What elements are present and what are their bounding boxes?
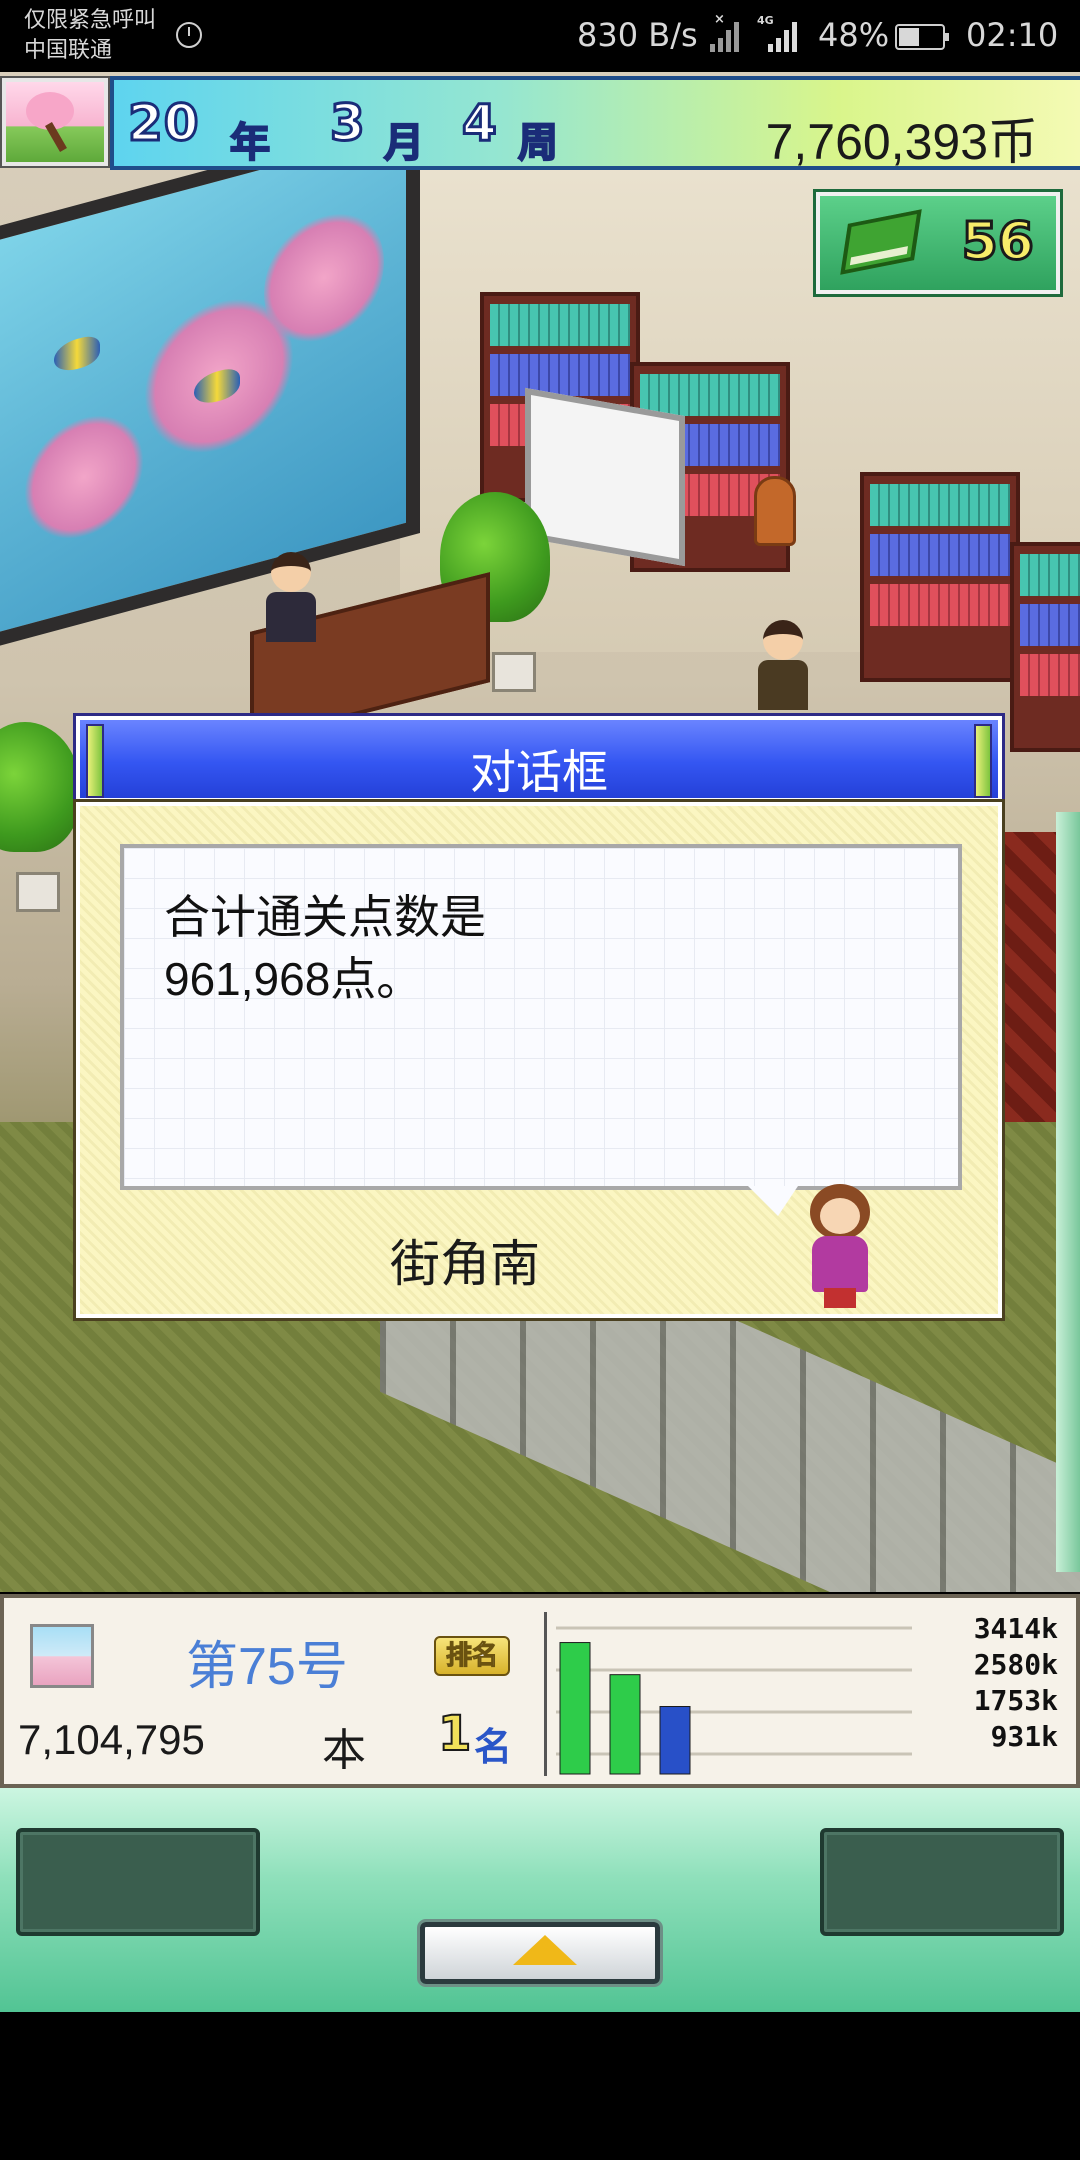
battery-icon	[895, 24, 949, 50]
top-hud: 20 年 3 月 4 周 7,760,393币	[0, 74, 1080, 174]
bottom-letterbox	[0, 2012, 1080, 2160]
dialog-title-bar: 对话框	[73, 713, 1005, 805]
year-value: 20	[127, 93, 201, 154]
season-sakura-icon[interactable]	[0, 76, 110, 168]
panel-divider	[544, 1612, 547, 1776]
carrier-line2: 中国联通	[24, 38, 113, 63]
dialog-title: 对话框	[470, 745, 608, 799]
magazine-cover-icon	[30, 1624, 94, 1688]
clock-time: 02:10	[966, 16, 1059, 54]
chart-tick-label: 2580k	[974, 1648, 1058, 1681]
sales-value: 7,104,795	[18, 1716, 205, 1763]
magazine-info-panel[interactable]: 第75号 排名 7,104,795 本 1 名 3414k 2580k 1753k 9…	[0, 1594, 1080, 1788]
month-value: 3	[329, 93, 367, 154]
chart-bar	[559, 1642, 591, 1775]
date-money-bar: 20 年 3 月 4 周 7,760,393币	[110, 76, 1080, 170]
month-unit: 月	[383, 119, 425, 167]
plant-pot	[16, 872, 60, 912]
up-arrow-icon	[513, 1935, 577, 1965]
timer-icon	[176, 22, 202, 48]
chart-bar	[609, 1674, 641, 1775]
carrier-text: 仅限紧急呼叫 中国联通	[24, 6, 156, 66]
chart-tick-label: 3414k	[974, 1612, 1058, 1645]
fish-icon	[54, 332, 100, 376]
speaker-name: 街角南	[390, 1235, 540, 1293]
week-unit: 周	[517, 119, 559, 167]
network-speed: 830 B/s	[577, 16, 698, 54]
staff-character[interactable]	[266, 552, 316, 642]
battery-percent: 48%	[818, 16, 890, 54]
plant-pot	[492, 652, 536, 692]
year-unit: 年	[229, 119, 271, 167]
left-menu-button[interactable]	[16, 1828, 260, 1936]
side-panel-edge	[1056, 812, 1080, 1572]
bottom-nav-area	[0, 1788, 1080, 2012]
bookshelf	[1010, 542, 1080, 752]
aquarium	[0, 113, 420, 651]
chart-bar	[659, 1706, 691, 1775]
chart-tick-label: 931k	[991, 1720, 1059, 1753]
coral-decoration	[264, 196, 384, 359]
sales-unit: 本	[322, 1725, 366, 1776]
speech-tail	[748, 1186, 798, 1216]
money-amount: 7,760,393币	[765, 114, 1038, 170]
sales-mini-chart: 3414k2580k1753k931k	[556, 1612, 1059, 1775]
coral-decoration	[24, 401, 144, 554]
carrier-line1: 仅限紧急呼叫	[24, 8, 157, 33]
book-count: 56	[960, 211, 1035, 274]
expand-menu-button[interactable]	[417, 1919, 663, 1987]
week-value: 4	[461, 93, 499, 154]
right-menu-button[interactable]	[820, 1828, 1064, 1936]
signal-icon-sim2	[768, 18, 804, 52]
staff-character[interactable]	[758, 620, 808, 710]
issue-number: 第75号	[186, 1638, 348, 1696]
green-book-icon	[840, 209, 922, 275]
bookshelf	[860, 472, 1020, 682]
whiteboard	[525, 387, 685, 567]
rank-value: 1	[437, 1705, 472, 1763]
status-bar: 仅限紧急呼叫 中国联通 830 B/s × 4G 48% 02:10	[0, 0, 1080, 72]
rank-unit: 名	[474, 1725, 513, 1769]
message-box: 合计通关点数是 961,968点。	[120, 844, 962, 1190]
rank-badge: 排名	[434, 1636, 510, 1676]
dialog-box[interactable]: 对话框 合计通关点数是 961,968点。 街角南	[73, 713, 1005, 1321]
dialog-body[interactable]: 合计通关点数是 961,968点。 街角南	[73, 799, 1005, 1321]
signal-icon-sim1	[710, 18, 746, 52]
dialog-message: 合计通关点数是 961,968点。	[164, 891, 486, 1005]
wall-clock-icon	[754, 476, 796, 546]
speaker-avatar	[800, 1184, 880, 1308]
potted-plant	[0, 722, 80, 852]
chart-tick-label: 1753k	[974, 1684, 1058, 1717]
book-counter[interactable]: 56	[813, 189, 1063, 297]
